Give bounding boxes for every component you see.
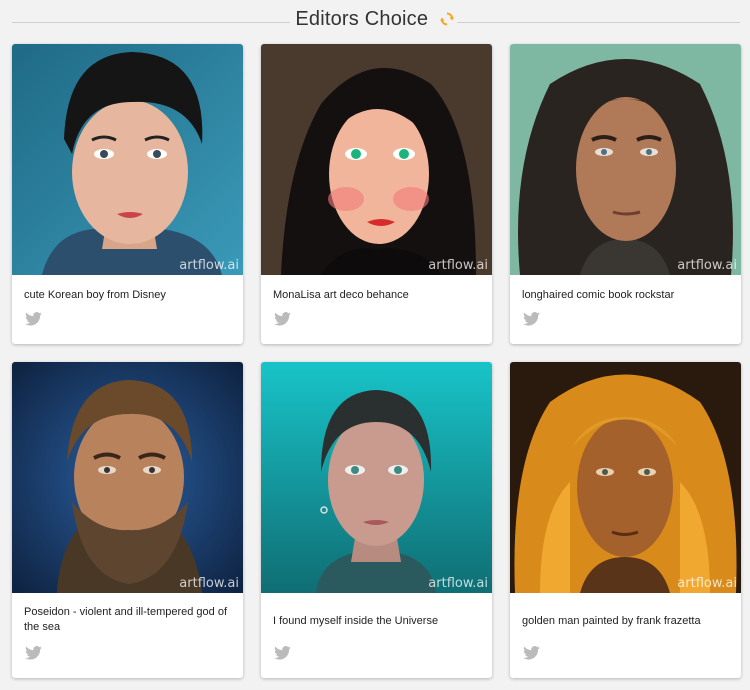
artwork-image[interactable]: artflow.ai (261, 44, 492, 275)
artwork-image[interactable]: artflow.ai (510, 44, 741, 275)
twitter-icon[interactable] (274, 646, 291, 665)
watermark-label: artflow.ai (179, 576, 239, 591)
card-caption: I found myself inside the Universe (273, 615, 439, 627)
gallery-card[interactable]: artflow.ai Poseidon - violent and ill-te… (12, 362, 243, 678)
gallery-card[interactable]: artflow.ai MonaLisa art deco behance (261, 44, 492, 344)
card-caption: golden man painted by frank frazetta (522, 615, 701, 627)
watermark-label: artflow.ai (677, 576, 737, 591)
watermark-label: artflow.ai (428, 258, 488, 273)
twitter-icon[interactable] (523, 646, 540, 665)
watermark-label: artflow.ai (179, 258, 239, 273)
twitter-icon[interactable] (25, 646, 42, 665)
twitter-icon[interactable] (25, 312, 42, 331)
gallery-card[interactable]: artflow.ai golden man painted by frank f… (510, 362, 741, 678)
artwork-image[interactable]: artflow.ai (12, 362, 243, 593)
artwork-image[interactable]: artflow.ai (261, 362, 492, 593)
watermark-label: artflow.ai (677, 258, 737, 273)
twitter-icon[interactable] (523, 312, 540, 331)
artwork-image[interactable]: artflow.ai (12, 44, 243, 275)
artwork-image[interactable]: artflow.ai (510, 362, 741, 593)
card-caption: cute Korean boy from Disney (24, 289, 166, 301)
gallery-card[interactable]: artflow.ai I found myself inside the Uni… (261, 362, 492, 678)
card-caption: longhaired comic book rockstar (522, 289, 675, 301)
gallery-card[interactable]: artflow.ai cute Korean boy from Disney (12, 44, 243, 344)
gallery-grid: artflow.ai cute Korean boy from Disney a… (0, 0, 750, 690)
twitter-icon[interactable] (274, 312, 291, 331)
card-caption: Poseidon - violent and ill-tempered god … (24, 606, 228, 633)
card-caption: MonaLisa art deco behance (273, 289, 409, 301)
gallery-card[interactable]: artflow.ai longhaired comic book rocksta… (510, 44, 741, 344)
watermark-label: artflow.ai (428, 576, 488, 591)
